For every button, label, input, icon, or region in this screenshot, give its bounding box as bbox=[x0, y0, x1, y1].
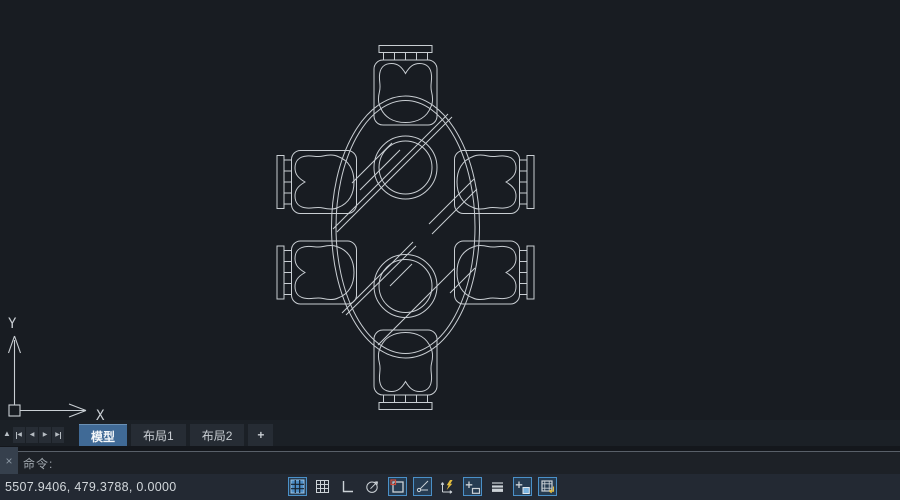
prev-tab-button[interactable]: ◀ bbox=[26, 427, 38, 443]
grid-display-icon[interactable] bbox=[288, 477, 307, 496]
chair-entity[interactable] bbox=[277, 151, 357, 214]
coordinate-readout: 5507.9406, 479.3788, 0.0000 bbox=[5, 480, 176, 494]
ucs-axis-label: X bbox=[96, 408, 105, 420]
tabbar-expand-icon[interactable]: ▲ bbox=[1, 423, 13, 443]
first-tab-button[interactable]: ◀ bbox=[13, 427, 25, 443]
command-close-button[interactable]: × bbox=[0, 447, 18, 474]
command-line[interactable]: × 命令: bbox=[0, 451, 900, 475]
dynamic-ucs-icon[interactable] bbox=[438, 477, 457, 496]
layout-tabbar: ▲ ◀◀▶▶ 模型布局1布局2+ bbox=[0, 420, 900, 446]
last-tab-button[interactable]: ▶ bbox=[52, 427, 64, 443]
command-prompt: 命令: bbox=[23, 455, 53, 472]
quick-properties-icon[interactable] bbox=[513, 477, 532, 496]
dynamic-input-icon[interactable] bbox=[463, 477, 482, 496]
object-snap-tracking-icon[interactable] bbox=[413, 477, 432, 496]
place-setting-entity[interactable] bbox=[374, 255, 437, 318]
chair-entity[interactable] bbox=[455, 241, 535, 304]
next-tab-button[interactable]: ▶ bbox=[39, 427, 51, 443]
object-snap-icon[interactable] bbox=[388, 477, 407, 496]
tab-layout1[interactable]: 布局1 bbox=[131, 424, 186, 446]
layout-tabs: 模型布局1布局2+ bbox=[79, 424, 277, 446]
status-bar: 5507.9406, 479.3788, 0.0000 bbox=[0, 474, 900, 500]
tab-new-layout[interactable]: + bbox=[248, 424, 273, 446]
chair-entity[interactable] bbox=[277, 241, 357, 304]
tab-model[interactable]: 模型 bbox=[79, 424, 127, 447]
tab-layout2[interactable]: 布局2 bbox=[190, 424, 245, 446]
lineweight-icon[interactable] bbox=[488, 477, 507, 496]
chair-entity[interactable] bbox=[374, 330, 437, 410]
ortho-mode-icon[interactable] bbox=[338, 477, 357, 496]
cad-application-window: { "colors": { "canvas_bg": "#181c22", "l… bbox=[0, 0, 900, 500]
napkin-lines-entity[interactable] bbox=[333, 114, 477, 345]
chair-entity[interactable] bbox=[455, 151, 535, 214]
chair-entity[interactable] bbox=[374, 46, 437, 126]
annotation-monitor-icon[interactable] bbox=[538, 477, 557, 496]
ucs-icon: YX bbox=[8, 316, 105, 420]
snap-mode-icon[interactable] bbox=[313, 477, 332, 496]
dining-table-entity[interactable] bbox=[332, 96, 480, 358]
table-chairs-drawing[interactable]: YX bbox=[0, 0, 900, 420]
status-toggle-icons bbox=[288, 477, 557, 496]
model-space-viewport[interactable]: YX bbox=[0, 0, 900, 420]
tab-nav-buttons: ◀◀▶▶ bbox=[13, 427, 65, 446]
polar-tracking-icon[interactable] bbox=[363, 477, 382, 496]
ucs-axis-label: Y bbox=[8, 316, 17, 332]
place-setting-entity[interactable] bbox=[374, 136, 437, 199]
